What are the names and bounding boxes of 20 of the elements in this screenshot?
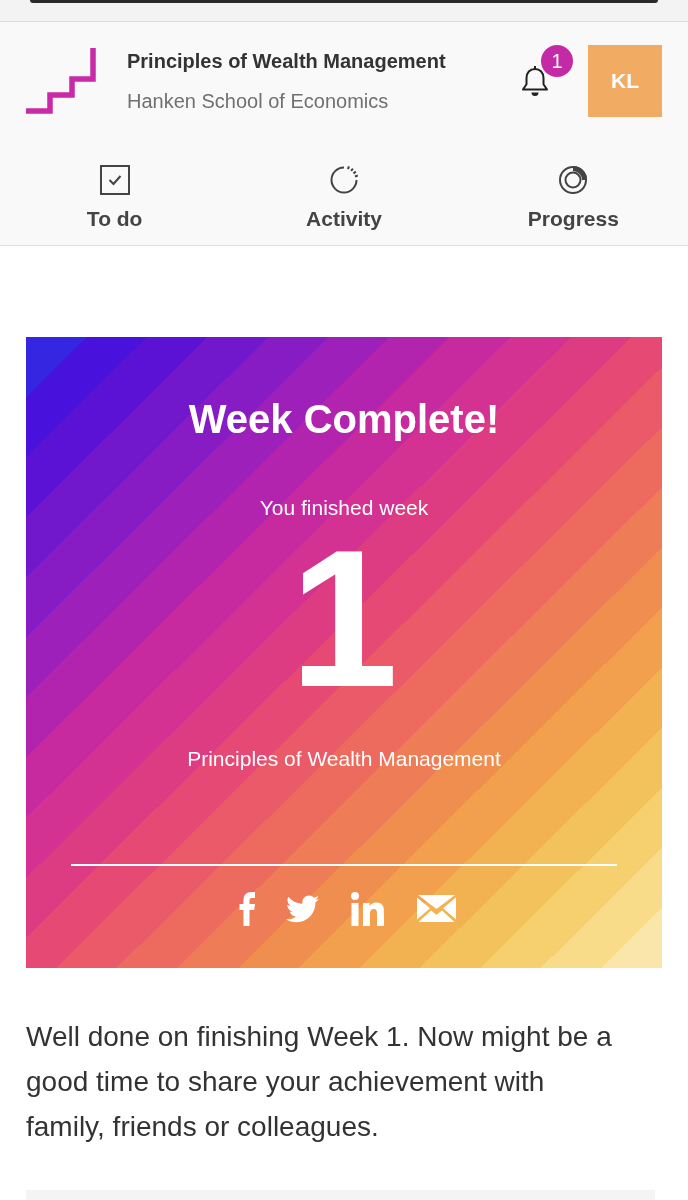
- bell-icon[interactable]: [520, 65, 550, 97]
- nav-tab[interactable]: Activity: [229, 140, 459, 245]
- mail-icon[interactable]: [416, 895, 456, 922]
- dashed-circle-icon: [328, 164, 360, 196]
- progress-ring-icon: [557, 164, 590, 196]
- facebook-icon[interactable]: [238, 891, 255, 926]
- card-title: Week Complete!: [188, 396, 500, 443]
- message-text: Well done on finishing Week 1. Now might be a good time to share your achievement with family, friends or colleagues.: [26, 1020, 613, 1144]
- checkbox-icon: [98, 164, 131, 196]
- stairs-icon: [26, 48, 96, 114]
- nav-tab[interactable]: To do: [0, 140, 230, 245]
- card-course-title: Principles of Wealth Management: [187, 746, 501, 772]
- notification-badge: 1: [541, 45, 573, 77]
- linkedin-icon[interactable]: [350, 891, 386, 926]
- week-number: 1: [289, 521, 399, 716]
- twitter-icon[interactable]: [285, 894, 320, 923]
- nav-tab[interactable]: Progress: [458, 140, 688, 245]
- card-subtitle: You finished week: [259, 495, 429, 521]
- institution-name: Hanken School of Economics: [127, 89, 390, 113]
- course-title: Principles of Wealth Management: [127, 49, 447, 73]
